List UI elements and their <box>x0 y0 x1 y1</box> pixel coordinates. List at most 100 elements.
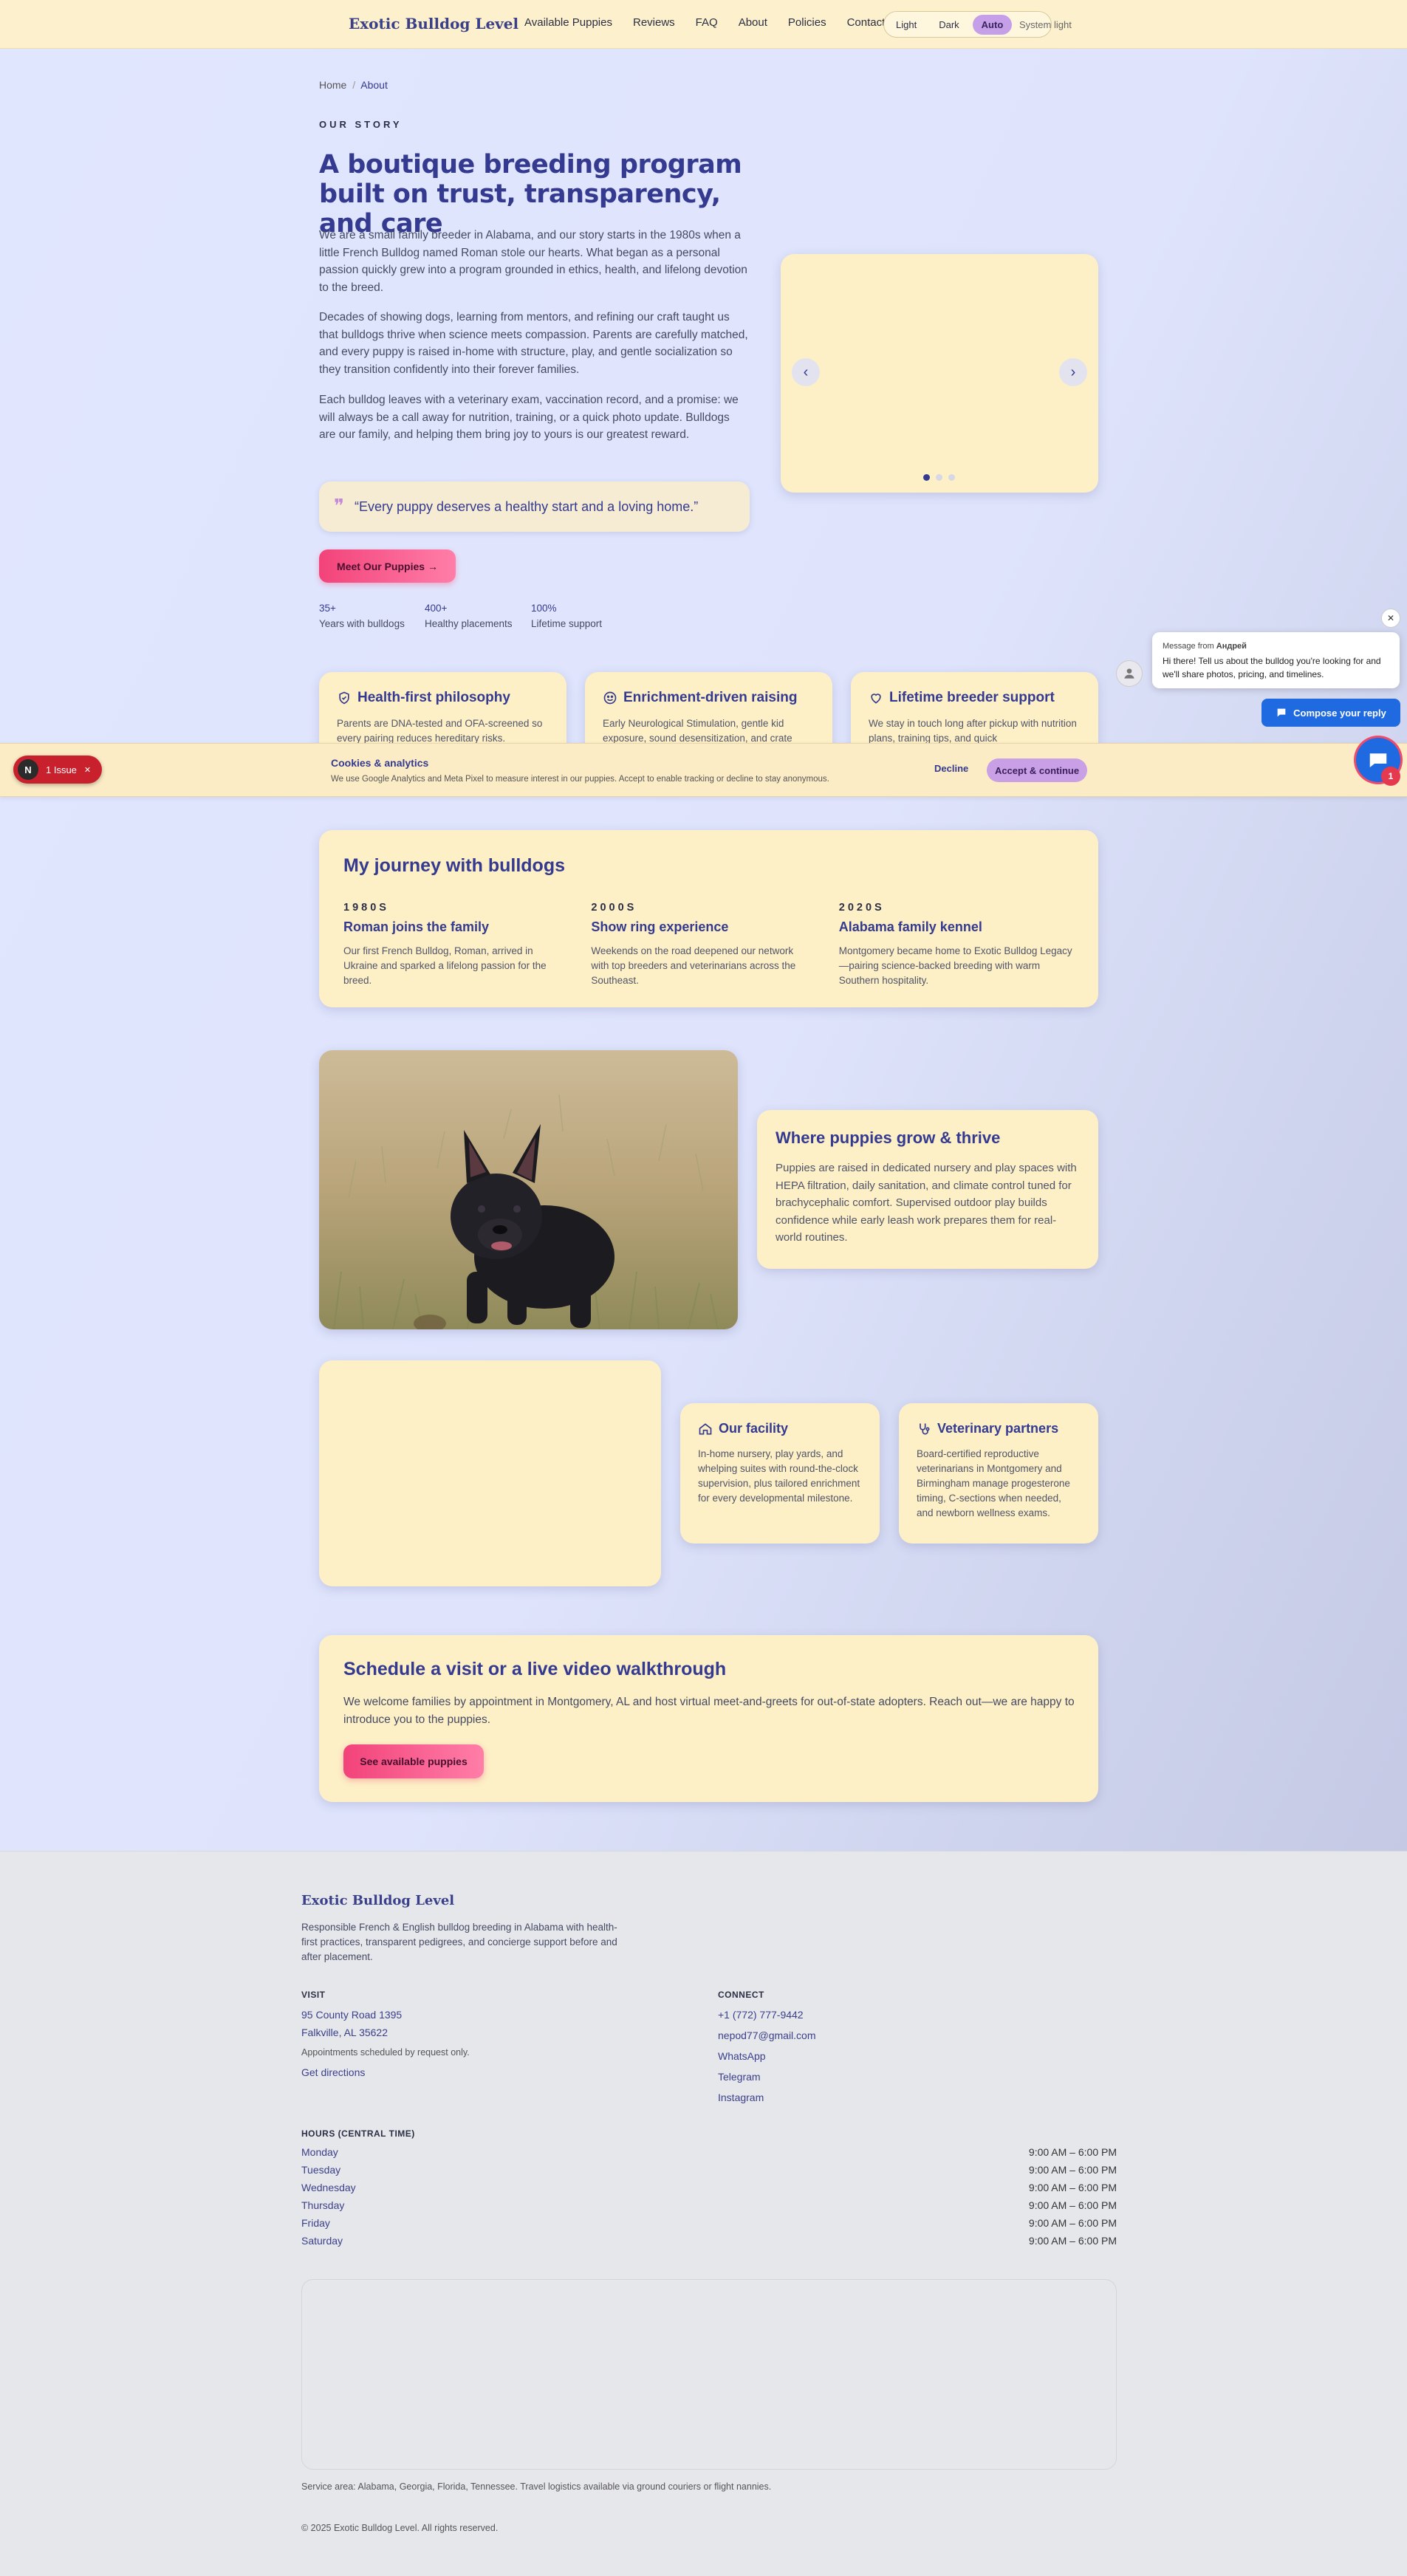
chat-from-name: Андрей <box>1216 642 1247 651</box>
see-puppies-button[interactable]: See available puppies <box>343 1744 484 1778</box>
visit-section: Schedule a visit or a live video walkthr… <box>319 1635 1098 1802</box>
nav-available-puppies[interactable]: Available Puppies <box>524 16 612 29</box>
journey-era: 1980S <box>343 902 389 914</box>
hero-paragraph-2: Decades of showing dogs, learning from m… <box>319 311 748 376</box>
smile-icon <box>603 691 617 705</box>
footer-email-link[interactable]: nepod77@gmail.com <box>718 2029 816 2041</box>
shield-check-icon <box>339 691 349 705</box>
photo-carousel: ‹ › <box>781 254 1098 493</box>
grow-card: Where puppies grow & thrive Puppies are … <box>757 1110 1098 1269</box>
heart-icon <box>871 693 881 704</box>
footer-tagline: Responsible French & English bulldog bre… <box>301 1922 617 1962</box>
footer-whatsapp-link[interactable]: WhatsApp <box>718 2050 766 2062</box>
carousel-dot-1[interactable] <box>923 474 930 481</box>
journey-item-title: Show ring experience <box>591 919 729 934</box>
theme-status: System light <box>1019 19 1072 30</box>
nav-about[interactable]: About <box>739 16 767 29</box>
chevron-left-icon: ‹ <box>803 363 809 380</box>
carousel-prev-button[interactable]: ‹ <box>792 358 820 386</box>
feature-title: Enrichment-driven raising <box>603 690 815 706</box>
compose-reply-button[interactable]: Compose your reply <box>1261 699 1400 727</box>
facility-image-placeholder <box>319 1360 661 1586</box>
nav-faq[interactable]: FAQ <box>696 16 718 29</box>
footer-address-line-1[interactable]: 95 County Road 1395 <box>301 2009 402 2021</box>
close-icon[interactable]: ✕ <box>84 765 91 775</box>
stat-value: 100% <box>531 603 557 614</box>
vet-title: Veterinary partners <box>917 1421 1081 1436</box>
theme-light-button[interactable]: Light <box>887 15 925 35</box>
grow-title: Where puppies grow & thrive <box>776 1128 1001 1147</box>
footer-telegram-link[interactable]: Telegram <box>718 2071 761 2083</box>
cookie-accept-button[interactable]: Accept & continue <box>987 758 1087 782</box>
carousel-dot-3[interactable] <box>948 474 955 481</box>
chat-icon <box>1277 708 1286 717</box>
page-title: A boutique breeding program built on tru… <box>319 150 742 239</box>
stat-value: 35+ <box>319 603 336 614</box>
journey-item-title: Alabama family kennel <box>838 919 982 934</box>
journey-era: 2000S <box>591 902 637 914</box>
hours-row: Saturday 9:00 AM – 6:00 PM <box>301 2235 1117 2247</box>
brand-logo[interactable]: Exotic Bulldog Level <box>349 15 518 32</box>
quote-text: “Every puppy deserves a healthy start an… <box>355 499 699 514</box>
nav-reviews[interactable]: Reviews <box>633 16 675 29</box>
stat-placements: 400+ Healthy placements <box>425 603 513 629</box>
theme-dark-button[interactable]: Dark <box>930 15 968 35</box>
feature-title: Lifetime breeder support <box>869 690 1081 706</box>
footer-brand[interactable]: Exotic Bulldog Level <box>301 1893 454 1908</box>
issues-badge[interactable]: N 1 Issue ✕ <box>13 756 102 784</box>
site-header: Exotic Bulldog Level Available Puppies R… <box>0 0 1407 49</box>
chevron-right-icon: › <box>1070 363 1076 380</box>
theme-auto-button[interactable]: Auto <box>972 14 1013 35</box>
journey-item-body: Our first French Bulldog, Roman, arrived… <box>343 945 547 986</box>
hours-row: Tuesday 9:00 AM – 6:00 PM <box>301 2164 1117 2176</box>
user-icon <box>1124 668 1134 679</box>
breadcrumb-current: About <box>360 79 388 91</box>
french-bulldog-image <box>319 1050 738 1329</box>
stat-label: Lifetime support <box>531 618 603 629</box>
cookie-decline-button[interactable]: Decline <box>934 763 968 774</box>
hours-row: Friday 9:00 AM – 6:00 PM <box>301 2217 1117 2229</box>
quote-icon: ❞ <box>334 496 344 518</box>
vet-body: Board-certified reproductive veterinaria… <box>917 1448 1070 1518</box>
facility-title: Our facility <box>698 1421 862 1436</box>
breadcrumb-home[interactable]: Home <box>319 79 346 91</box>
vet-card: Veterinary partners Board-certified repr… <box>899 1403 1098 1544</box>
meet-puppies-button[interactable]: Meet Our Puppies → <box>319 549 456 583</box>
agent-avatar <box>1116 660 1143 687</box>
nav-policies[interactable]: Policies <box>788 16 826 29</box>
stat-label: Years with bulldogs <box>319 618 405 629</box>
hero-paragraph-3: Each bulldog leaves with a veterinary ex… <box>319 394 739 441</box>
journey-item-body: Weekends on the road deepened our networ… <box>591 945 796 986</box>
hours-row: Thursday 9:00 AM – 6:00 PM <box>301 2199 1117 2211</box>
stat-years: 35+ Years with bulldogs <box>319 603 405 629</box>
footer-phone-link[interactable]: +1 (772) 777-9442 <box>718 2009 804 2021</box>
stat-value: 400+ <box>425 603 448 614</box>
chat-from-prefix: Message from <box>1163 642 1214 651</box>
journey-era: 2020S <box>838 902 885 914</box>
feature-body: We stay in touch long after pickup with … <box>869 718 1077 744</box>
nav-contact[interactable]: Contact <box>847 16 886 29</box>
footer-connect-heading: CONNECT <box>718 1990 764 2000</box>
journey-section: My journey with bulldogs 1980S Roman joi… <box>319 830 1098 1007</box>
footer-appointments-note: Appointments scheduled by request only. <box>301 2047 470 2058</box>
chat-message-bubble[interactable]: Message from Андрей Hi there! Tell us ab… <box>1152 632 1400 688</box>
carousel-dot-2[interactable] <box>936 474 942 481</box>
chat-close-button[interactable]: ✕ <box>1381 609 1400 628</box>
facility-body: In-home nursery, play yards, and whelpin… <box>698 1448 860 1504</box>
home-icon <box>699 1422 712 1434</box>
footer-instagram-link[interactable]: Instagram <box>718 2092 764 2103</box>
map-embed[interactable] <box>301 2279 1117 2470</box>
main-nav: Available Puppies Reviews FAQ About Poli… <box>524 16 885 29</box>
footer-directions-link[interactable]: Get directions <box>301 2066 365 2078</box>
carousel-next-button[interactable]: › <box>1059 358 1087 386</box>
facility-card: Our facility In-home nursery, play yards… <box>680 1403 880 1544</box>
visit-body: We welcome families by appointment in Mo… <box>343 1696 1075 1726</box>
hours-row: Wednesday 9:00 AM – 6:00 PM <box>301 2182 1117 2193</box>
footer-address-line-2[interactable]: Falkville, AL 35622 <box>301 2027 388 2038</box>
hero-eyebrow: OUR STORY <box>319 119 403 130</box>
cookie-text: We use Google Analytics and Meta Pixel t… <box>331 775 829 784</box>
grow-body: Puppies are raised in dedicated nursery … <box>776 1162 1077 1244</box>
feature-body: Parents are DNA-tested and OFA-screened … <box>337 718 543 744</box>
journey-item: 2020S Alabama family kennel Montgomery b… <box>839 902 1074 988</box>
cookie-title: Cookies & analytics <box>331 757 429 769</box>
